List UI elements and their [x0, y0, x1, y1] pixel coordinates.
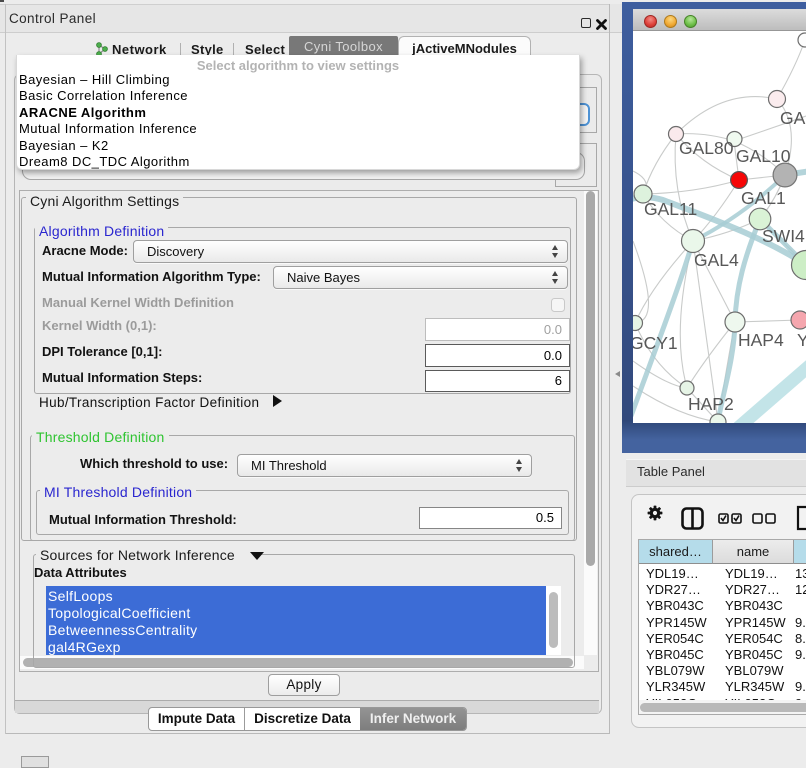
svg-text:GAL1: GAL1	[741, 188, 786, 208]
svg-text:GAL4: GAL4	[694, 250, 739, 270]
svg-text:GAL7: GAL7	[780, 108, 806, 128]
svg-text:HAP2: HAP2	[688, 394, 734, 414]
svg-text:GAL10: GAL10	[736, 146, 791, 166]
svg-text:GCY1: GCY1	[633, 333, 678, 353]
svg-text:Y: Y	[797, 330, 806, 350]
svg-text:SWI4: SWI4	[762, 226, 805, 246]
svg-text:HAP4: HAP4	[738, 330, 784, 350]
svg-text:GAL80: GAL80	[679, 138, 734, 158]
svg-text:GAL11: GAL11	[644, 199, 697, 219]
